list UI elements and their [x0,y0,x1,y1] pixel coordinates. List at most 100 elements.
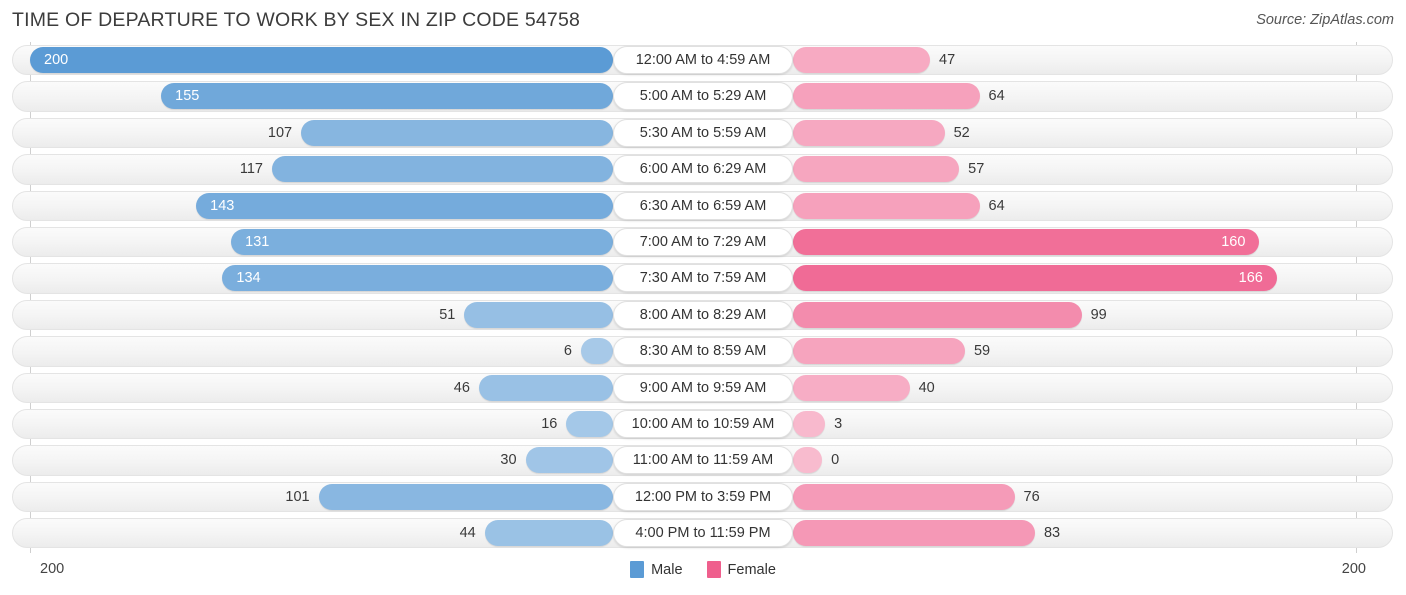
category-label-pill: 12:00 AM to 4:59 AM [613,46,793,74]
bar-male[interactable] [580,338,613,365]
bar-value-male: 134 [236,270,261,287]
bar-value-male: 143 [210,197,235,214]
bar-value-female: 166 [1238,270,1263,287]
chart-row[interactable]: 30 11:00 AM to 11:59 AM 0 [0,442,1406,478]
bar-value-female: 83 [1043,525,1061,542]
bar-value-female: 160 [1221,233,1246,250]
category-label-pill: 4:00 PM to 11:59 PM [613,519,793,548]
chart-row[interactable]: 117 6:00 AM to 6:29 AM 57 [0,151,1406,187]
source-attribution: Source: ZipAtlas.com [1256,12,1394,28]
category-label-pill: 5:30 AM to 5:59 AM [613,118,793,147]
bar-value-female: 64 [988,197,1005,214]
bar-value-female: 0 [831,452,840,469]
bar-value-female: 47 [939,52,956,68]
bar-value-male: 44 [459,525,476,542]
chart-rows: 200 12:00 AM to 4:59 AM 47 155 5:00 AM to 5:… [0,42,1406,551]
bar-female[interactable] [793,265,1277,292]
category-label-text: 7:30 AM to 7:59 AM [639,270,767,287]
legend-item-male[interactable]: Male [630,561,683,578]
bar-value-male: 6 [563,343,572,360]
chart-row[interactable]: 134 7:30 AM to 7:59 AM 166 [0,260,1406,296]
category-label-pill: 5:00 AM to 5:29 AM [613,82,793,111]
legend-swatch-female-icon [706,561,721,578]
bar-male[interactable] [464,301,613,328]
bar-female[interactable] [793,47,930,73]
bar-male[interactable] [525,447,613,474]
bar-value-male: 46 [453,379,470,396]
bar-male[interactable] [231,228,613,255]
bar-female[interactable] [793,447,823,474]
bar-value-male: 101 [285,488,310,505]
bar-female[interactable] [793,192,980,219]
chart-row[interactable]: 155 5:00 AM to 5:29 AM 64 [0,78,1406,114]
chart-header: TIME OF DEPARTURE TO WORK BY SEX IN ZIP … [0,0,1406,42]
chart-row[interactable]: 200 12:00 AM to 4:59 AM 47 [0,42,1406,78]
chart-plot-area: 200 12:00 AM to 4:59 AM 47 155 5:00 AM to 5:… [0,42,1406,553]
bar-value-male: 155 [175,88,200,105]
chart-row[interactable]: 107 5:30 AM to 5:59 AM 52 [0,115,1406,151]
bar-female[interactable] [793,483,1015,510]
bar-male[interactable] [318,483,613,510]
chart-row[interactable]: 101 12:00 PM to 3:59 PM 76 [0,479,1406,515]
category-label-pill: 6:00 AM to 6:29 AM [613,155,793,184]
category-label-text: 9:00 AM to 9:59 AM [639,379,767,396]
legend-item-female[interactable]: Female [706,561,776,578]
chart-row[interactable]: 6 8:30 AM to 8:59 AM 59 [0,333,1406,369]
bar-male[interactable] [478,374,613,401]
bar-female[interactable] [793,83,980,110]
category-label-text: 6:30 AM to 6:59 AM [639,197,767,214]
category-label-text: 8:00 AM to 8:29 AM [639,306,767,323]
bar-female[interactable] [793,228,1260,255]
chart-row[interactable]: 51 8:00 AM to 8:29 AM 99 [0,297,1406,333]
bar-female[interactable] [793,301,1082,328]
bar-male[interactable] [30,47,613,73]
bar-value-female: 59 [973,343,991,360]
category-label-pill: 11:00 AM to 11:59 AM [613,446,793,475]
bar-value-male: 117 [239,161,263,178]
bar-value-female: 99 [1090,306,1107,323]
category-label-text: 4:00 PM to 11:59 PM [635,525,771,542]
category-label-pill: 8:00 AM to 8:29 AM [613,300,793,329]
category-label-pill: 10:00 AM to 10:59 AM [613,409,793,438]
chart-row[interactable]: 44 4:00 PM to 11:59 PM 83 [0,515,1406,551]
bar-value-male: 51 [439,306,456,323]
category-label-text: 5:30 AM to 5:59 AM [639,124,767,141]
category-label-pill: 7:30 AM to 7:59 AM [613,264,793,293]
bar-value-female: 76 [1023,488,1040,505]
chart-row[interactable]: 131 7:00 AM to 7:29 AM 160 [0,224,1406,260]
category-label-pill: 9:00 AM to 9:59 AM [613,373,793,402]
bar-female[interactable] [793,410,826,437]
bar-male[interactable] [271,156,613,183]
chart-row[interactable]: 16 10:00 AM to 10:59 AM 3 [0,406,1406,442]
bar-value-female: 57 [968,161,985,178]
category-label-text: 7:00 AM to 7:29 AM [639,233,767,250]
bar-value-male: 131 [245,233,270,250]
chart-footer: 200 200 Male Female [0,553,1406,595]
bar-male[interactable] [301,119,613,146]
bar-value-female: 52 [953,124,970,141]
category-label-pill: 8:30 AM to 8:59 AM [613,337,793,366]
bar-male[interactable] [484,520,613,547]
category-label-pill: 6:30 AM to 6:59 AM [613,191,793,220]
bar-male[interactable] [566,410,613,437]
bar-female[interactable] [793,119,945,146]
category-label-text: 8:30 AM to 8:59 AM [639,343,767,360]
bar-value-male: 107 [267,124,293,141]
bar-female[interactable] [793,520,1035,547]
bar-male[interactable] [196,192,613,219]
chart-row[interactable]: 143 6:30 AM to 6:59 AM 64 [0,188,1406,224]
category-label-text: 6:00 AM to 6:29 AM [639,161,767,178]
legend-label-female: Female [727,561,776,578]
chart-row[interactable]: 46 9:00 AM to 9:59 AM 40 [0,370,1406,406]
bar-male[interactable] [161,83,613,110]
bar-male[interactable] [222,265,613,292]
bar-value-female: 64 [988,88,1005,105]
category-label-pill: 12:00 PM to 3:59 PM [613,482,793,511]
legend-swatch-male-icon [630,561,645,578]
category-label-pill: 7:00 AM to 7:29 AM [613,227,793,256]
category-label-text: 12:00 AM to 4:59 AM [635,52,771,68]
bar-female[interactable] [793,338,965,365]
bar-female[interactable] [793,156,960,183]
page-title: TIME OF DEPARTURE TO WORK BY SEX IN ZIP … [12,9,581,31]
bar-female[interactable] [793,374,910,401]
